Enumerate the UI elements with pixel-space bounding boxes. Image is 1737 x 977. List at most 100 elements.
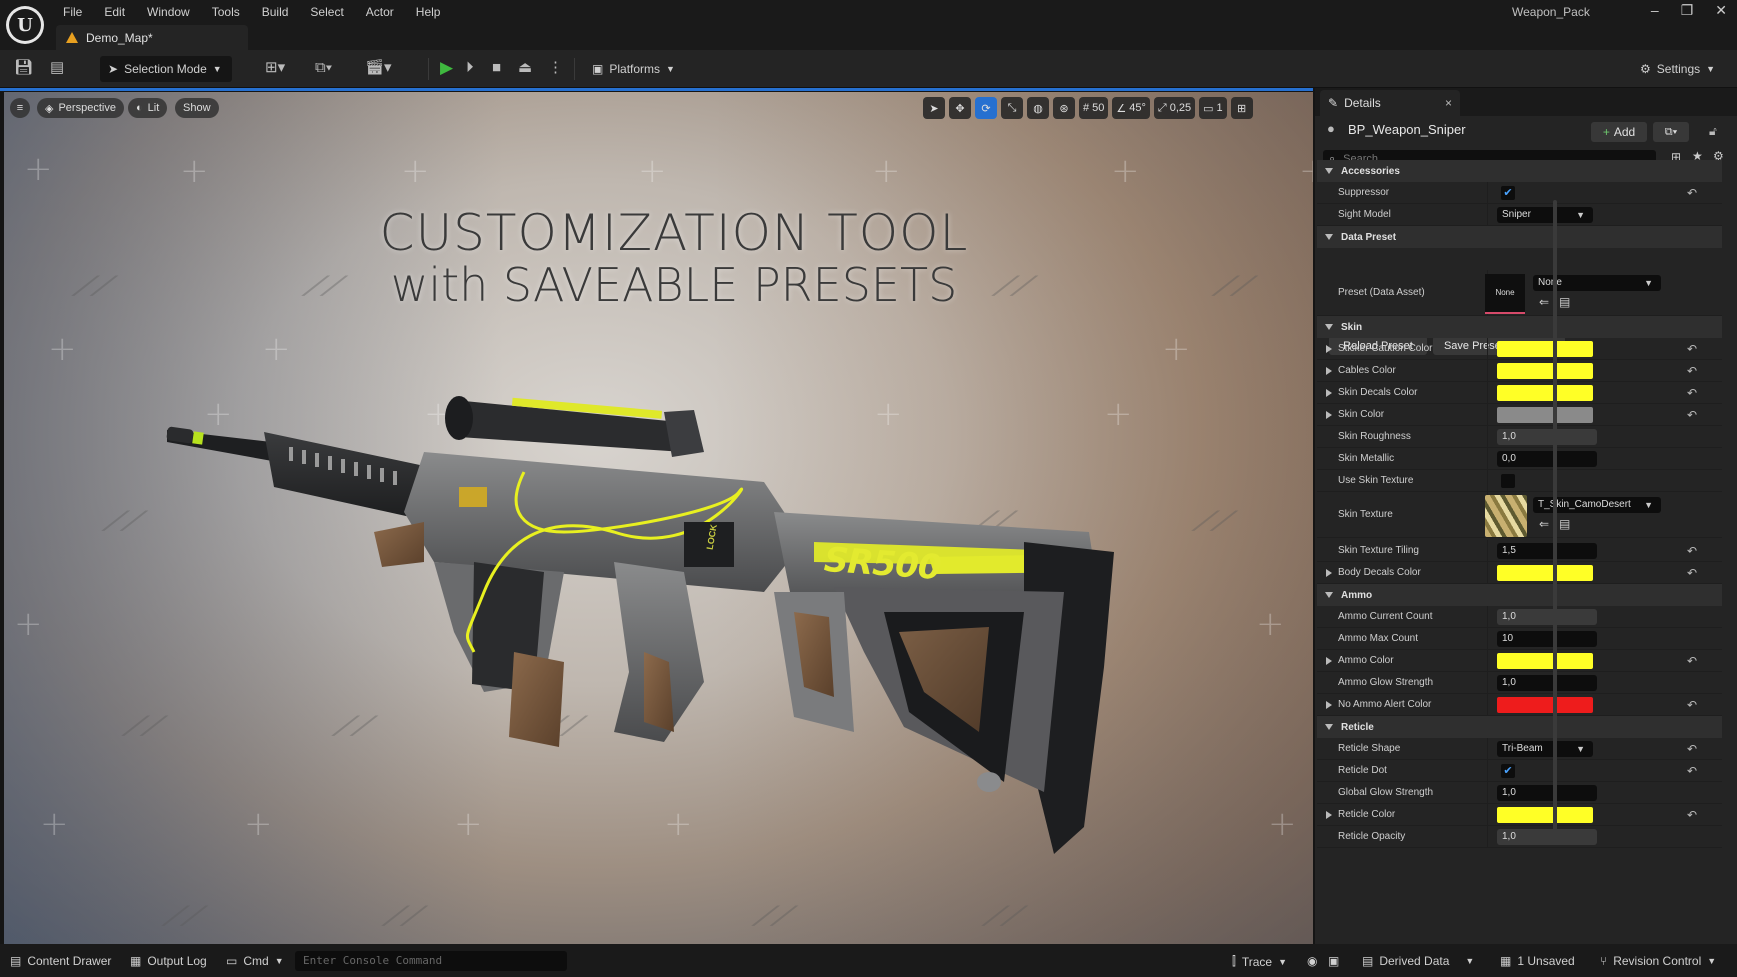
- expand-icon[interactable]: [1326, 389, 1332, 397]
- unreal-logo-icon[interactable]: U: [6, 6, 44, 44]
- reticle-shape-dropdown[interactable]: Tri-Beam ▼: [1497, 741, 1593, 757]
- cmd-dropdown[interactable]: ▭ Cmd ▼: [226, 954, 284, 968]
- camo-texture-thumbnail[interactable]: [1485, 495, 1527, 537]
- grid-snap-button[interactable]: #50: [1079, 97, 1109, 119]
- output-log-button[interactable]: ▦ Output Log: [130, 954, 207, 968]
- ammo-current-count-slider[interactable]: 1,0: [1497, 609, 1597, 625]
- close-window-button[interactable]: ✕: [1715, 2, 1727, 19]
- camera-speed-button[interactable]: ▭ 1: [1199, 97, 1227, 119]
- skin-roughness-slider[interactable]: 1,0: [1497, 429, 1597, 445]
- reset-icon[interactable]: ↶: [1687, 742, 1697, 756]
- ammo-max-count-field[interactable]: 10: [1497, 631, 1597, 647]
- blueprint-options-button[interactable]: ⧉▾: [1653, 122, 1689, 142]
- level-viewport[interactable]: ++ ++ ++ ++ ++ ++ ++ ++ ++ ++ ++ ⟋⟋⟋⟋ ⟋⟋…: [4, 92, 1313, 944]
- console-command-input[interactable]: Enter Console Command: [295, 951, 567, 971]
- reset-icon[interactable]: ↶: [1687, 186, 1697, 200]
- section-reticle[interactable]: Reticle: [1317, 716, 1722, 738]
- reset-icon[interactable]: ↶: [1687, 408, 1697, 422]
- reset-icon[interactable]: ↶: [1687, 764, 1697, 778]
- content-drawer-button[interactable]: ▤ Content Drawer: [10, 954, 111, 968]
- play-options-icon[interactable]: ⋮: [548, 59, 563, 77]
- use-skin-texture-checkbox[interactable]: [1501, 474, 1515, 488]
- eject-icon[interactable]: ⏏︎: [518, 59, 532, 77]
- color-swatch[interactable]: [1497, 807, 1593, 823]
- color-swatch[interactable]: [1497, 363, 1593, 379]
- use-selected-icon[interactable]: ⇐: [1539, 517, 1549, 531]
- menu-build[interactable]: Build: [251, 3, 300, 21]
- tab-details[interactable]: ✎ Details ×: [1320, 90, 1460, 116]
- surface-snap-icon[interactable]: ⊛: [1053, 97, 1075, 119]
- translate-tool-icon[interactable]: ✥: [949, 97, 971, 119]
- skin-metallic-field[interactable]: 0,0: [1497, 451, 1597, 467]
- settings-dropdown[interactable]: ⚙ Settings ▼: [1632, 56, 1723, 82]
- step-icon[interactable]: ⏵︎: [466, 59, 474, 77]
- expand-icon[interactable]: [1326, 701, 1332, 709]
- close-icon[interactable]: ×: [1445, 96, 1452, 110]
- reset-icon[interactable]: ↶: [1687, 698, 1697, 712]
- show-button[interactable]: Show: [175, 98, 219, 118]
- screenshot-icon[interactable]: ▣: [1328, 954, 1339, 968]
- sniper-rifle-model[interactable]: [4, 92, 1313, 944]
- expand-icon[interactable]: [1326, 657, 1332, 665]
- lock-icon[interactable]: 🔓︎: [1709, 124, 1717, 139]
- browse-folder-icon[interactable]: ▤: [1559, 295, 1570, 309]
- world-local-icon[interactable]: ◍: [1027, 97, 1049, 119]
- add-component-button[interactable]: + Add: [1591, 122, 1647, 142]
- blueprint-icon[interactable]: ⧉▾: [315, 59, 332, 77]
- perspective-button[interactable]: ◈ Perspective: [37, 98, 124, 118]
- lit-mode-button[interactable]: ◐ Lit: [128, 98, 168, 118]
- details-scrollbar[interactable]: [1553, 200, 1557, 840]
- unsaved-button[interactable]: ▦ 1 Unsaved: [1500, 954, 1575, 968]
- menu-window[interactable]: Window: [136, 3, 201, 21]
- add-actor-icon[interactable]: ⊞▾: [265, 59, 285, 77]
- section-ammo[interactable]: Ammo: [1317, 584, 1722, 606]
- expand-icon[interactable]: [1326, 411, 1332, 419]
- use-selected-icon[interactable]: ⇐: [1539, 295, 1549, 309]
- expand-icon[interactable]: [1326, 367, 1332, 375]
- save-icon[interactable]: 💾︎: [14, 59, 33, 77]
- menu-select[interactable]: Select: [299, 3, 354, 21]
- section-data-preset[interactable]: Data Preset: [1317, 226, 1722, 248]
- record-icon[interactable]: ◉: [1307, 954, 1317, 968]
- platforms-dropdown[interactable]: ▣ Platforms ▼: [584, 56, 683, 82]
- expand-icon[interactable]: [1326, 345, 1332, 353]
- reticle-opacity-slider[interactable]: 1,0: [1497, 829, 1597, 845]
- expand-icon[interactable]: [1326, 811, 1332, 819]
- reset-icon[interactable]: ↶: [1687, 808, 1697, 822]
- content-browser-icon[interactable]: ▤: [50, 59, 64, 77]
- section-skin[interactable]: Skin: [1317, 316, 1722, 338]
- rotate-tool-icon[interactable]: ⟳: [975, 97, 997, 119]
- menu-tools[interactable]: Tools: [201, 3, 251, 21]
- play-icon[interactable]: ▶: [440, 59, 453, 77]
- section-accessories[interactable]: Accessories: [1317, 160, 1722, 182]
- trace-dropdown[interactable]: ⫿ Trace ▼: [1232, 954, 1287, 969]
- reset-icon[interactable]: ↶: [1687, 364, 1697, 378]
- layout-icon[interactable]: ⊞: [1230, 97, 1253, 119]
- restore-button[interactable]: ❐: [1681, 2, 1694, 19]
- global-glow-strength-field[interactable]: 1,0: [1497, 785, 1597, 801]
- stop-icon[interactable]: ■: [492, 59, 501, 77]
- reset-icon[interactable]: ↶: [1687, 566, 1697, 580]
- reset-icon[interactable]: ↶: [1687, 544, 1697, 558]
- cinematics-icon[interactable]: 🎬︎▾: [365, 59, 392, 77]
- derived-data-dropdown[interactable]: ▤ Derived Data ▼: [1362, 954, 1474, 968]
- color-swatch[interactable]: [1497, 341, 1593, 357]
- ammo-glow-strength-field[interactable]: 1,0: [1497, 675, 1597, 691]
- color-swatch[interactable]: [1497, 407, 1593, 423]
- suppressor-checkbox[interactable]: ✔: [1501, 186, 1515, 200]
- color-swatch[interactable]: [1497, 565, 1593, 581]
- sight-model-dropdown[interactable]: Sniper ▼: [1497, 207, 1593, 223]
- selection-mode-dropdown[interactable]: ➤ Selection Mode ▼: [100, 56, 232, 82]
- reset-icon[interactable]: ↶: [1687, 654, 1697, 668]
- select-tool-icon[interactable]: ➤: [923, 97, 945, 119]
- scale-snap-button[interactable]: ⤢ 0,25: [1153, 97, 1196, 119]
- menu-file[interactable]: File: [52, 3, 93, 21]
- expand-icon[interactable]: [1326, 569, 1332, 577]
- revision-control-dropdown[interactable]: ⑂ Revision Control ▼: [1600, 954, 1716, 968]
- menu-help[interactable]: Help: [405, 3, 452, 21]
- reset-icon[interactable]: ↶: [1687, 386, 1697, 400]
- browse-folder-icon[interactable]: ▤: [1559, 517, 1570, 531]
- reticle-dot-checkbox[interactable]: ✔: [1501, 764, 1515, 778]
- preset-thumbnail[interactable]: None: [1485, 274, 1525, 314]
- viewport-menu-button[interactable]: ≡: [10, 98, 30, 118]
